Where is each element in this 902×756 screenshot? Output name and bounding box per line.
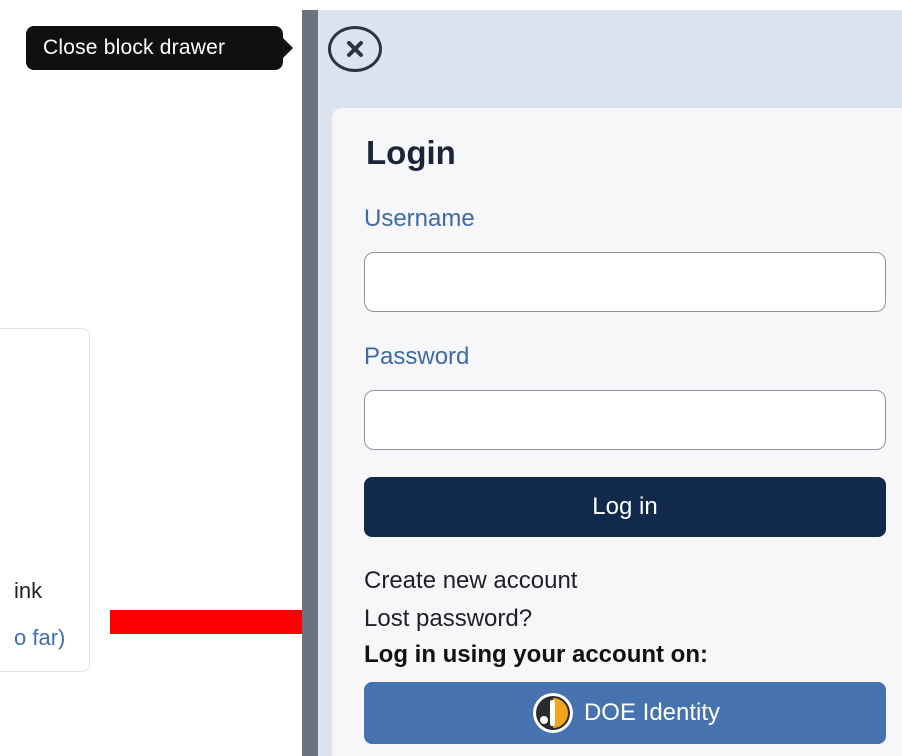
login-title: Login <box>366 134 456 171</box>
username-label: Username <box>364 205 475 232</box>
page-link-fragment[interactable]: o far) <box>14 625 65 651</box>
tooltip-arrow <box>283 38 293 58</box>
doe-identity-label: DOE Identity <box>583 699 721 726</box>
sso-heading: Log in using your account on: <box>364 641 708 668</box>
close-drawer-tooltip: Close block drawer <box>26 26 283 70</box>
password-label: Password <box>364 343 470 370</box>
lost-password-link[interactable]: Lost password? <box>364 605 532 633</box>
password-input[interactable] <box>364 390 886 450</box>
create-account-link[interactable]: Create new account <box>364 567 577 595</box>
username-input[interactable] <box>364 252 886 312</box>
close-drawer-button[interactable] <box>326 24 384 74</box>
doe-identity-button[interactable]: DOE Identity <box>364 682 886 744</box>
drawer-edge <box>302 10 318 756</box>
page-content-card <box>0 328 90 672</box>
close-icon <box>328 26 382 72</box>
page-text-fragment: ink <box>14 578 43 603</box>
login-button[interactable]: Log in <box>364 477 886 537</box>
doe-identity-logo-icon <box>532 693 573 733</box>
